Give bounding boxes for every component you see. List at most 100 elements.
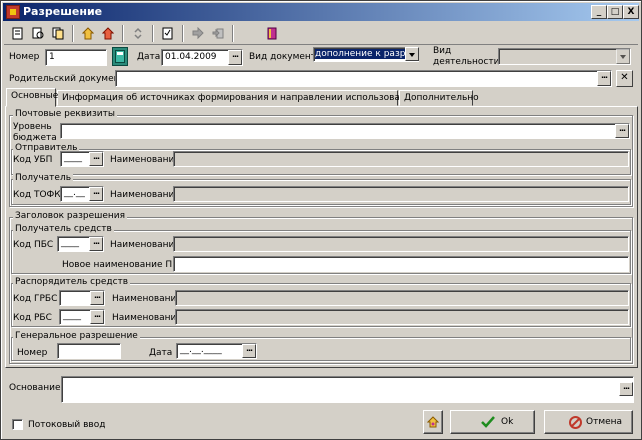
toolbar-home-button[interactable]	[78, 24, 98, 43]
receiver-code-lookup-button[interactable]: ···	[89, 187, 103, 201]
toolbar-separator	[122, 25, 124, 42]
parent-doc-label: Родительский документ	[9, 74, 125, 84]
house-star-icon	[427, 416, 439, 428]
receiver-name-label: Наименование	[110, 190, 180, 200]
minimize-button[interactable]: _	[591, 5, 607, 19]
sender-code-label: Код УБП	[13, 155, 53, 165]
date-label: Дата	[137, 52, 161, 62]
close-button[interactable]: X	[623, 5, 639, 19]
calculator-icon	[115, 50, 125, 63]
parent-doc-lookup-button[interactable]: ···	[597, 71, 611, 86]
ok-button-label: Ok	[501, 417, 514, 427]
activity-dropdown-button[interactable]	[616, 49, 630, 64]
receiver-code-label: Код ТОФК	[13, 190, 61, 200]
ok-button[interactable]: Ok	[450, 410, 535, 434]
book-icon	[267, 27, 277, 40]
budget-level-lookup-button[interactable]: ···	[615, 124, 629, 138]
preview-icon	[32, 27, 44, 39]
grbs-name-field	[175, 290, 629, 306]
permission-header-title: Заголовок разрешения	[13, 211, 128, 222]
toolbar-forward-button[interactable]	[188, 24, 208, 43]
tab-additional[interactable]: Дополнительно	[399, 90, 479, 106]
cancel-button-label: Отмена	[586, 417, 623, 427]
number-label: Номер	[9, 52, 40, 62]
recipient-group-title: Получатель средств	[13, 224, 114, 235]
basis-lookup-button[interactable]: ···	[619, 382, 633, 396]
clear-icon: ✕	[620, 72, 629, 83]
number-input[interactable]: 1	[45, 49, 107, 66]
toolbar-separator	[232, 25, 234, 42]
dialog-window: Разрешение _ □ X Номер 1 Дата 01.04.2009…	[0, 0, 642, 440]
toolbar-book-button[interactable]	[262, 24, 282, 43]
toolbar-home-delete-button[interactable]	[98, 24, 118, 43]
maximize-button[interactable]: □	[607, 5, 623, 19]
budget-level-input[interactable]	[60, 123, 630, 139]
house-delete-icon	[102, 27, 114, 40]
general-date-label: Дата	[149, 348, 173, 358]
new-pbs-name-input[interactable]	[173, 256, 629, 272]
toolbar-refresh-button[interactable]	[128, 24, 148, 43]
cancel-button[interactable]: Отмена	[544, 410, 633, 434]
parent-doc-input[interactable]	[115, 70, 612, 87]
print-icon	[12, 27, 23, 40]
sender-name-field	[173, 151, 629, 167]
copy-icon	[52, 27, 64, 40]
checklist-icon	[162, 27, 173, 40]
tab-sources-info[interactable]: Информация об источниках формирования и …	[57, 90, 458, 106]
calculator-button[interactable]	[112, 47, 128, 66]
activity-select[interactable]	[498, 48, 631, 65]
toolbar	[4, 23, 638, 45]
toolbar-separator	[182, 25, 184, 42]
rbs-name-label: Наименование	[112, 313, 182, 323]
pbs-name-field	[173, 236, 629, 252]
toolbar-separator	[72, 25, 74, 42]
activity-label-line2: деятельности	[433, 57, 500, 67]
footer-house-button[interactable]	[423, 410, 443, 434]
new-pbs-name-label: Новое наименование ПБС	[62, 260, 185, 270]
doc-type-selected-value: дополнение к разреш	[315, 49, 419, 59]
general-permission-title: Генеральное разрешение	[13, 331, 140, 342]
disposer-group-title: Распорядитель средств	[13, 277, 131, 288]
rbs-code-label: Код РБС	[13, 313, 52, 323]
basis-input[interactable]	[61, 376, 634, 403]
arrow-right-icon	[192, 27, 204, 40]
parent-doc-clear-button[interactable]: ✕	[616, 70, 633, 87]
export-icon	[212, 28, 224, 39]
doc-type-dropdown-button[interactable]	[405, 47, 419, 61]
tab-main[interactable]: Основные	[6, 88, 58, 107]
doc-type-select[interactable]: дополнение к разреш	[313, 47, 419, 62]
title-bar[interactable]: Разрешение _ □ X	[3, 3, 639, 21]
basis-label: Основание	[9, 383, 61, 393]
cancel-icon	[569, 416, 582, 429]
receiver-name-field	[173, 186, 629, 202]
refresh-icon	[134, 27, 142, 40]
general-number-input[interactable]	[57, 343, 121, 359]
toolbar-export-button[interactable]	[208, 24, 228, 43]
house-icon	[82, 27, 94, 40]
postal-group-title: Почтовые реквизиты	[13, 109, 117, 120]
grbs-code-lookup-button[interactable]: ···	[90, 291, 104, 305]
rbs-name-field	[175, 309, 629, 325]
toolbar-preview-button[interactable]	[28, 24, 48, 43]
grbs-name-label: Наименование	[112, 294, 182, 304]
app-icon	[6, 5, 20, 19]
toolbar-check-button[interactable]	[158, 24, 178, 43]
general-date-picker-button[interactable]: ···	[242, 344, 256, 358]
date-picker-button[interactable]: ···	[228, 50, 242, 65]
general-number-label: Номер	[17, 348, 48, 358]
rbs-code-lookup-button[interactable]: ···	[90, 310, 104, 324]
toolbar-separator	[152, 25, 154, 42]
sender-name-label: Наименование	[110, 155, 180, 165]
pbs-code-lookup-button[interactable]: ···	[89, 237, 103, 251]
toolbar-print-button[interactable]	[8, 24, 28, 43]
checkmark-icon	[481, 416, 495, 428]
toolbar-copy-button[interactable]	[48, 24, 68, 43]
grbs-code-label: Код ГРБС	[13, 294, 58, 304]
pbs-name-label: Наименование	[110, 240, 180, 250]
pbs-code-label: Код ПБС	[13, 240, 54, 250]
stream-input-checkbox[interactable]	[12, 419, 23, 430]
window-title: Разрешение	[23, 5, 103, 18]
doc-type-label: Вид документа	[249, 52, 322, 62]
receiver-group-title: Получатель	[13, 173, 74, 184]
sender-code-lookup-button[interactable]: ···	[89, 152, 103, 166]
